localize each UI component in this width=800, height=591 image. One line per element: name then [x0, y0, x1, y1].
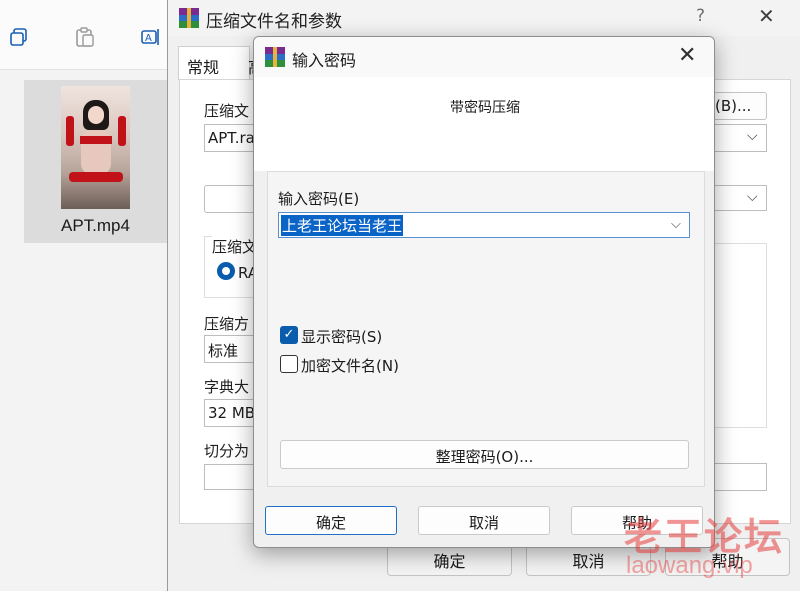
format-label: 压缩文 [212, 236, 258, 257]
encrypt-filenames-label: 加密文件名(N) [301, 357, 399, 375]
show-password-label: 显示密码(S) [301, 328, 383, 346]
archive-dialog-title: 压缩文件名和参数 [206, 12, 342, 32]
tab-general[interactable]: 常规 [178, 46, 250, 80]
password-dialog-title: 输入密码 [292, 51, 357, 70]
file-name: APT.mp4 [61, 216, 130, 235]
password-title-bar: 输入密码 ✕ [254, 37, 714, 77]
rename-icon[interactable]: A [140, 26, 162, 48]
archive-title-bar: 压缩文件名和参数 ? ✕ [168, 0, 800, 36]
rar-radio[interactable] [217, 262, 235, 280]
chevron-down-icon: ⌵ [747, 189, 758, 205]
svg-text:A: A [145, 33, 152, 44]
dictionary-label: 字典大 [204, 378, 250, 396]
chevron-down-icon: ⌵ [747, 128, 758, 144]
split-label: 切分为 [204, 442, 250, 460]
paste-icon[interactable] [74, 26, 96, 48]
close-icon[interactable]: ✕ [758, 4, 775, 28]
method-label: 压缩方 [204, 315, 250, 333]
password-input-value: 上老王论坛当老王 [281, 215, 404, 236]
copy-icon[interactable] [8, 26, 30, 48]
password-label: 输入密码(E) [278, 190, 360, 208]
password-subtitle: 带密码压缩 [450, 100, 520, 116]
encrypt-filenames-checkbox[interactable] [280, 355, 298, 373]
ok-button[interactable]: 确定 [265, 506, 397, 535]
password-input[interactable]: 上老王论坛当老王 ⌵ [278, 212, 690, 238]
video-thumbnail [61, 86, 130, 209]
watermark-url: laowang.vip [626, 552, 753, 579]
password-header: 带密码压缩 [254, 77, 714, 171]
show-password-checkbox[interactable]: ✓ [280, 326, 298, 344]
winrar-icon [265, 47, 285, 67]
winrar-icon [179, 8, 199, 28]
chevron-down-icon[interactable]: ⌵ [671, 217, 681, 232]
organize-passwords-button[interactable]: 整理密码(O)... [280, 440, 689, 469]
password-dialog: 输入密码 ✕ 带密码压缩 输入密码(E) 上老王论坛当老王 ⌵ ✓ 显示密码(S… [253, 36, 715, 548]
help-icon[interactable]: ? [696, 6, 705, 26]
archive-name-label: 压缩文 [204, 102, 250, 120]
cancel-button[interactable]: 取消 [418, 506, 550, 535]
file-item[interactable]: APT.mp4 [24, 80, 167, 243]
close-icon[interactable]: ✕ [678, 43, 696, 68]
